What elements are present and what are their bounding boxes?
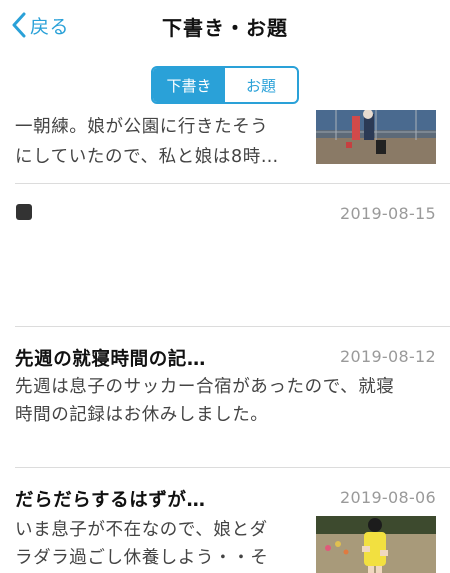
item-excerpt-line: 時間の記録はお休みしました。	[15, 405, 269, 425]
tab-topics[interactable]: お題	[225, 68, 297, 102]
item-excerpt-line: ラダラ過ごし休養しよう・・そ	[15, 548, 269, 568]
page-title: 下書き・お題	[162, 16, 288, 40]
item-title: 先週の就寝時間の記…	[15, 349, 207, 370]
item-date: 2019-08-15	[340, 204, 436, 223]
list-item[interactable]: だらだらするはずが… 2019-08-06 いま息子が不在なので、娘とダ ラダラ…	[0, 468, 450, 573]
black-square-icon	[16, 204, 32, 220]
navigation-bar: 戻る 下書き・お題	[0, 0, 450, 50]
item-thumbnail	[316, 516, 436, 573]
item-excerpt-line: 先週は息子のサッカー合宿があったので、就寝	[15, 377, 395, 397]
item-thumbnail	[316, 110, 436, 164]
item-date: 2019-08-12	[340, 347, 436, 366]
tab-drafts[interactable]: 下書き	[153, 68, 225, 102]
list-item[interactable]: 2019-08-15	[0, 184, 450, 326]
item-excerpt-line: いま息子が不在なので、娘とダ	[15, 520, 268, 540]
draft-list: 一朝練。娘が公園に行きたそう にしていたので、私と娘は8時… 2019-08-1…	[0, 110, 450, 573]
item-excerpt-line: にしていたので、私と娘は8時…	[15, 147, 279, 167]
item-excerpt-line: 一朝練。娘が公園に行きたそう	[15, 117, 269, 137]
segmented-control: 下書き お題	[151, 66, 299, 104]
list-item[interactable]: 一朝練。娘が公園に行きたそう にしていたので、私と娘は8時…	[0, 110, 450, 180]
drafts-screen: 戻る 下書き・お題 下書き お題 一朝練。娘が公園に行きたそう にしていたので、…	[0, 0, 450, 573]
item-title: だらだらするはずが…	[15, 490, 206, 511]
list-item[interactable]: 先週の就寝時間の記… 2019-08-12 先週は息子のサッカー合宿があったので…	[0, 327, 450, 467]
item-date: 2019-08-06	[340, 488, 436, 507]
